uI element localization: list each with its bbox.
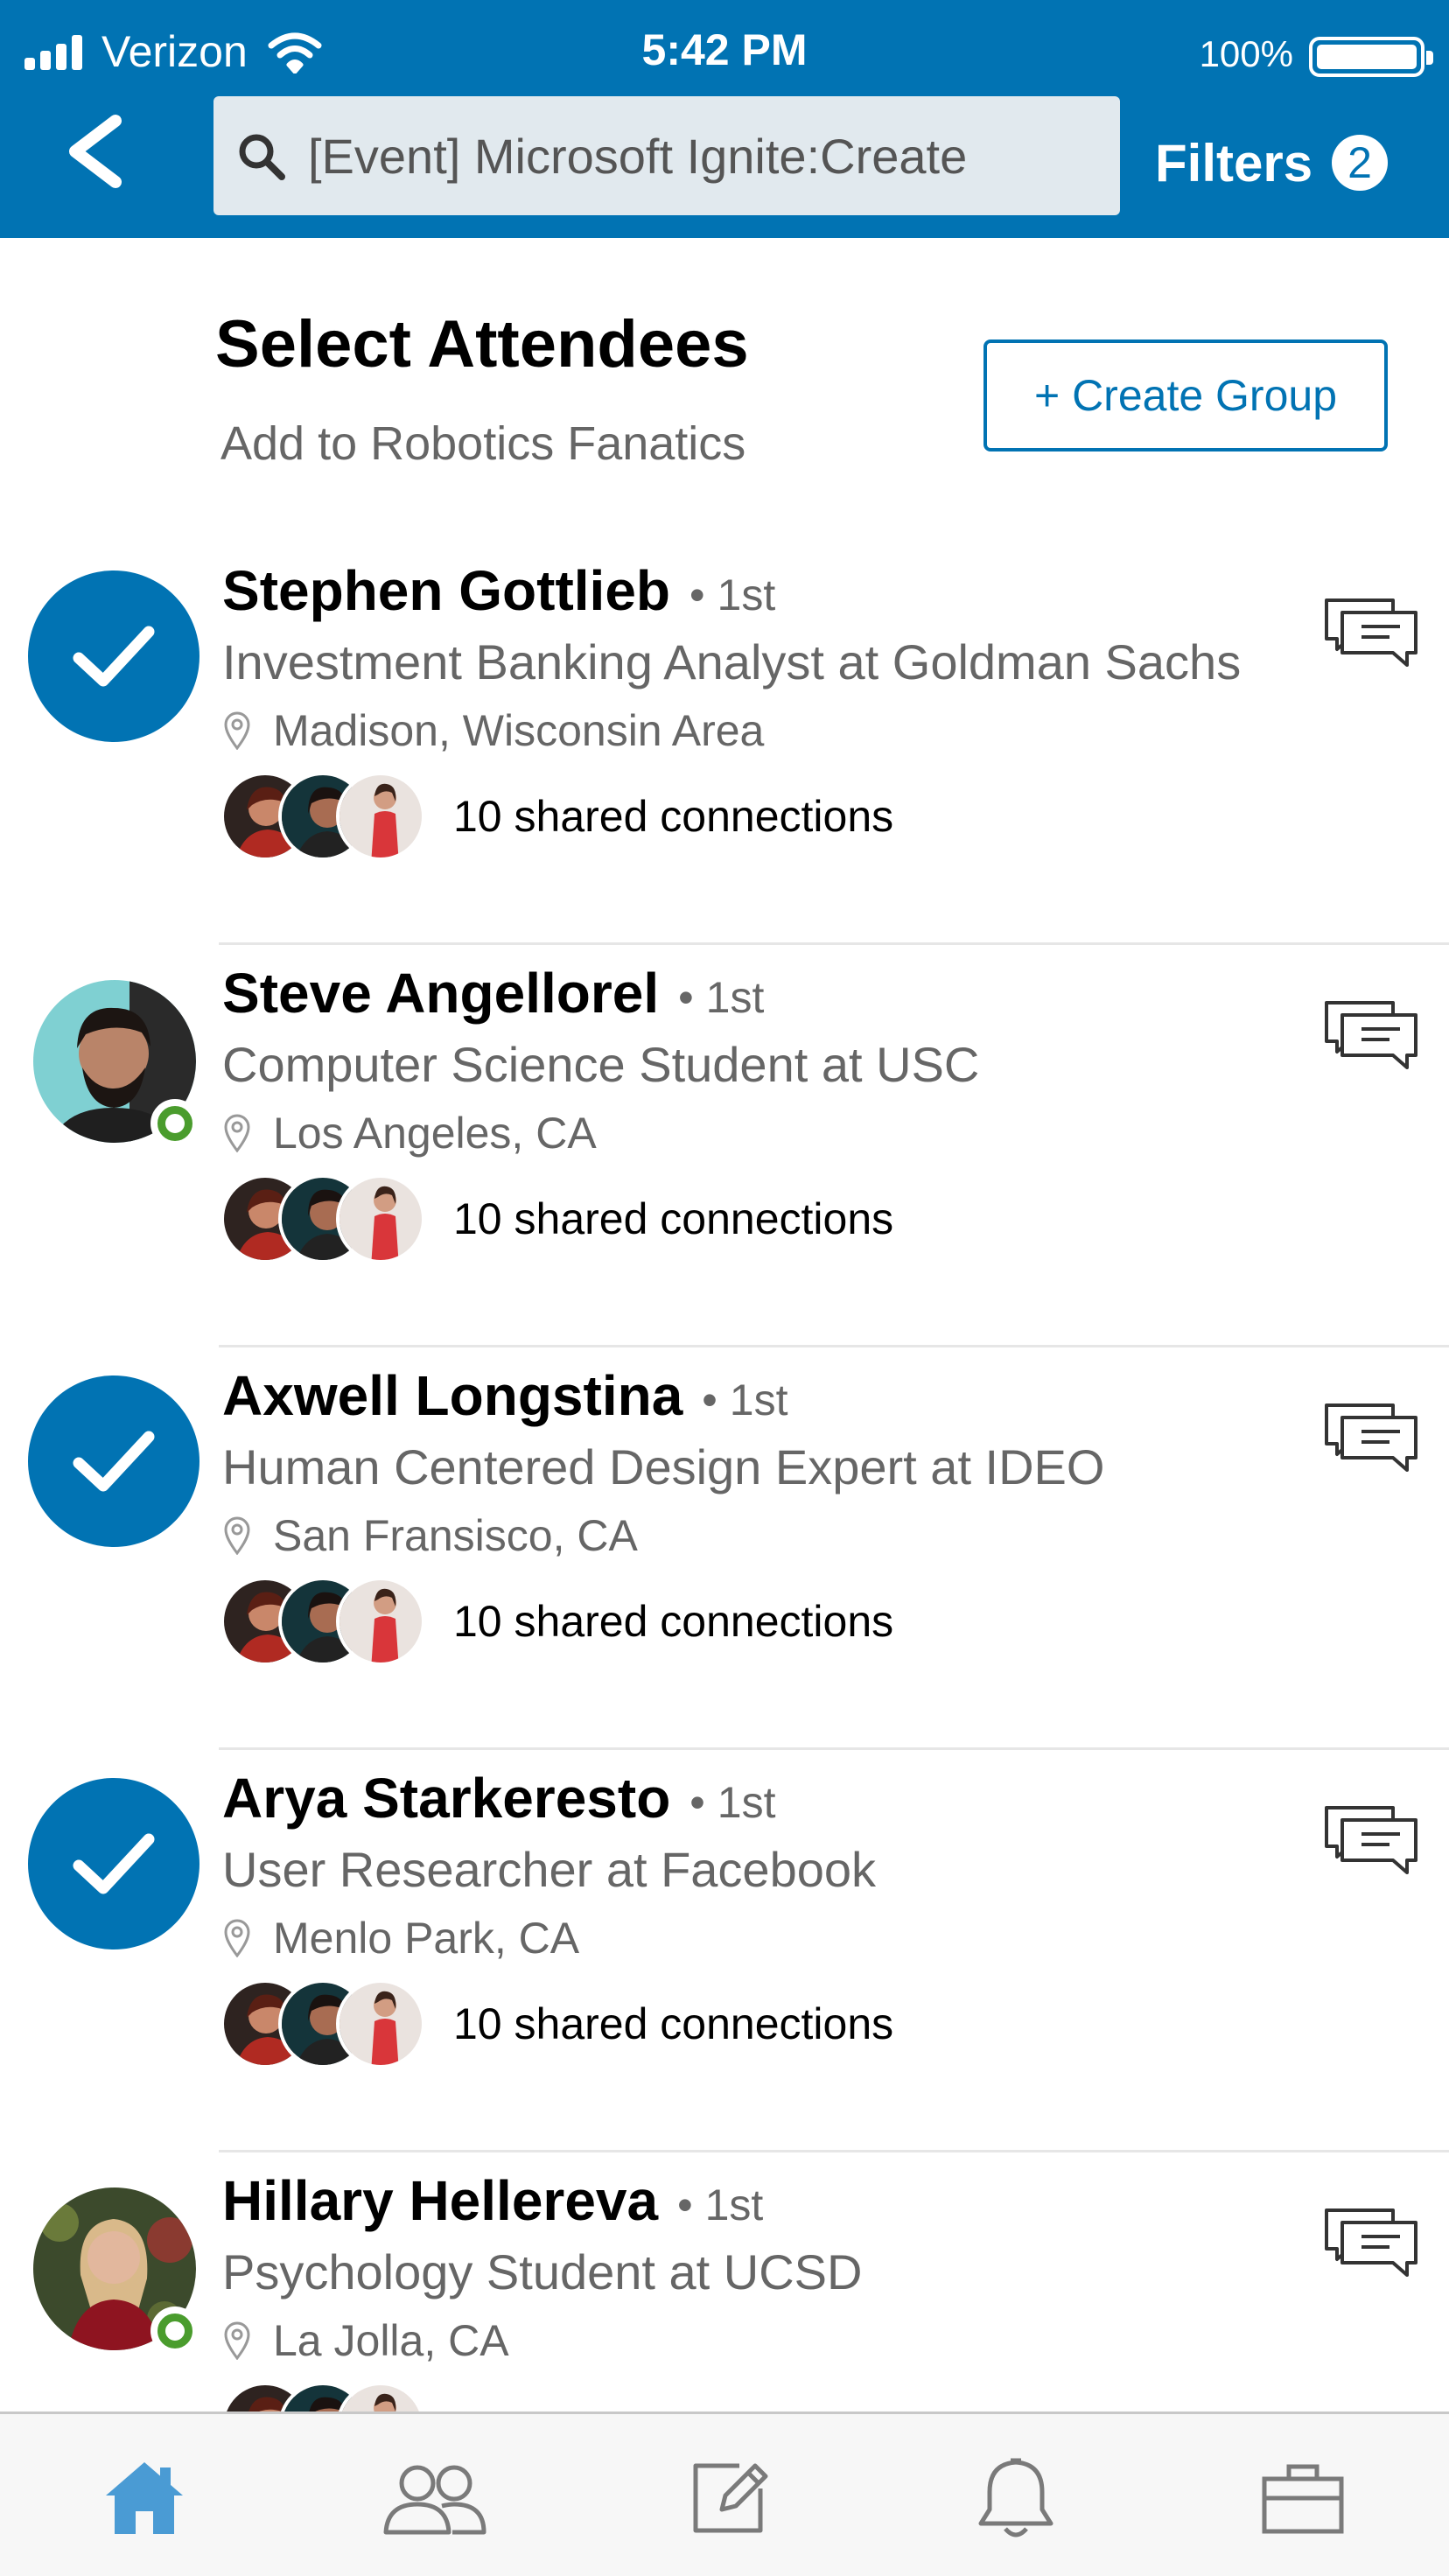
- filters-button[interactable]: Filters 2: [1155, 119, 1389, 206]
- checkmark-icon: [73, 1833, 155, 1894]
- battery-icon: [1309, 37, 1433, 77]
- attendee-name[interactable]: Steve Angellorel: [222, 961, 659, 1026]
- list-item[interactable]: Arya Starkeresto 1st User Researcher at …: [0, 1750, 1449, 2152]
- tab-home[interactable]: [88, 2449, 201, 2545]
- filters-count-badge: 2: [1332, 135, 1389, 191]
- shared-connections-count: 10 shared connections: [453, 1999, 894, 2048]
- compose-post-icon: [693, 2463, 768, 2533]
- status-bar: Verizon 5:42 PM 100%: [0, 0, 1449, 96]
- search-bar[interactable]: [214, 96, 1120, 215]
- tab-post[interactable]: [672, 2449, 786, 2545]
- selected-checkbox[interactable]: [28, 1376, 200, 1547]
- checkmark-icon: [73, 1431, 155, 1492]
- attendee-location: La Jolla, CA: [273, 2316, 509, 2365]
- top-navigation-bar: Verizon 5:42 PM 100% Filters 2: [0, 0, 1449, 238]
- shared-connections[interactable]: 10 shared connections: [220, 1174, 893, 1264]
- attendee-location: Madison, Wisconsin Area: [273, 706, 765, 755]
- shared-connection-avatar: [336, 1979, 425, 2068]
- shared-connections[interactable]: 10 shared connections: [220, 1979, 893, 2068]
- page-title: Select Attendees: [215, 307, 749, 382]
- search-icon: [239, 134, 285, 180]
- chevron-left-icon: [69, 115, 122, 188]
- list-item[interactable]: Hillary Hellereva 1st Psychology Student…: [0, 2152, 1449, 2415]
- message-icon[interactable]: [1323, 1802, 1421, 1881]
- connection-degree: 1st: [702, 1375, 788, 1425]
- location-pin-icon: [224, 1919, 250, 1957]
- shared-connection-avatar: [336, 2382, 425, 2415]
- my-network-icon: [383, 2465, 486, 2535]
- tab-my-network[interactable]: [378, 2449, 492, 2545]
- home-icon: [106, 2462, 183, 2534]
- attendee-headline: Investment Banking Analyst at Goldman Sa…: [222, 634, 1242, 690]
- attendee-headline: Human Centered Design Expert at IDEO: [222, 1439, 1105, 1494]
- battery-percentage: 100%: [1199, 33, 1293, 74]
- attendee-headline: Psychology Student at UCSD: [222, 2244, 863, 2300]
- list-item[interactable]: Axwell Longstina 1st Human Centered Desi…: [0, 1348, 1449, 1750]
- attendee-location: Los Angeles, CA: [273, 1109, 597, 1158]
- attendee-headline: User Researcher at Facebook: [222, 1842, 877, 1897]
- attendee-name[interactable]: Arya Starkeresto: [222, 1766, 670, 1830]
- list-item[interactable]: Steve Angellorel 1st Computer Science St…: [0, 945, 1449, 1348]
- attendee-name[interactable]: Hillary Hellereva: [222, 2168, 658, 2233]
- connection-degree: 1st: [678, 972, 765, 1023]
- list-item[interactable]: Stephen Gottlieb 1st Investment Banking …: [0, 542, 1449, 945]
- location-pin-icon: [224, 711, 250, 750]
- create-group-button[interactable]: + Create Group: [984, 340, 1388, 452]
- filters-label: Filters: [1155, 133, 1313, 192]
- shared-connection-avatar: [336, 772, 425, 861]
- connection-degree: 1st: [677, 2180, 764, 2230]
- shared-connections[interactable]: [220, 2382, 453, 2415]
- attendee-list: Stephen Gottlieb 1st Investment Banking …: [0, 542, 1449, 2415]
- online-status-indicator: [150, 2306, 200, 2356]
- attendee-name[interactable]: Stephen Gottlieb: [222, 558, 670, 623]
- attendee-location: Menlo Park, CA: [273, 1914, 580, 1963]
- shared-connections-count: 10 shared connections: [453, 1194, 894, 1243]
- connection-degree: 1st: [690, 570, 776, 620]
- selected-checkbox[interactable]: [28, 570, 200, 742]
- tab-jobs[interactable]: [1246, 2449, 1360, 2545]
- connection-degree: 1st: [690, 1777, 776, 1828]
- shared-connections-count: 10 shared connections: [453, 792, 894, 841]
- message-icon[interactable]: [1323, 1400, 1421, 1479]
- message-icon[interactable]: [1323, 998, 1421, 1076]
- jobs-briefcase-icon: [1262, 2464, 1344, 2534]
- attendee-avatar[interactable]: [33, 980, 200, 1148]
- tab-notifications[interactable]: [959, 2449, 1073, 2545]
- shared-connection-avatar: [336, 1577, 425, 1666]
- shared-connections-count: 10 shared connections: [453, 1597, 894, 1646]
- bottom-tab-bar: [0, 2412, 1449, 2576]
- back-button[interactable]: [51, 103, 138, 200]
- shared-connections[interactable]: 10 shared connections: [220, 1577, 893, 1666]
- shared-connection-avatar: [336, 1174, 425, 1264]
- notifications-bell-icon: [978, 2458, 1054, 2538]
- shared-connections[interactable]: 10 shared connections: [220, 772, 893, 861]
- checkmark-icon: [73, 626, 155, 687]
- message-icon[interactable]: [1323, 2205, 1421, 2284]
- page-subtitle: Add to Robotics Fanatics: [220, 417, 746, 470]
- location-pin-icon: [224, 1516, 250, 1555]
- attendee-location: San Fransisco, CA: [273, 1511, 638, 1560]
- location-pin-icon: [224, 2321, 250, 2360]
- attendee-headline: Computer Science Student at USC: [222, 1037, 980, 1092]
- attendee-avatar[interactable]: [33, 2188, 200, 2356]
- online-status-indicator: [150, 1099, 200, 1148]
- search-input[interactable]: [308, 96, 1096, 215]
- message-icon[interactable]: [1323, 595, 1421, 674]
- attendee-name[interactable]: Axwell Longstina: [222, 1363, 682, 1428]
- selected-checkbox[interactable]: [28, 1778, 200, 1950]
- location-pin-icon: [224, 1114, 250, 1152]
